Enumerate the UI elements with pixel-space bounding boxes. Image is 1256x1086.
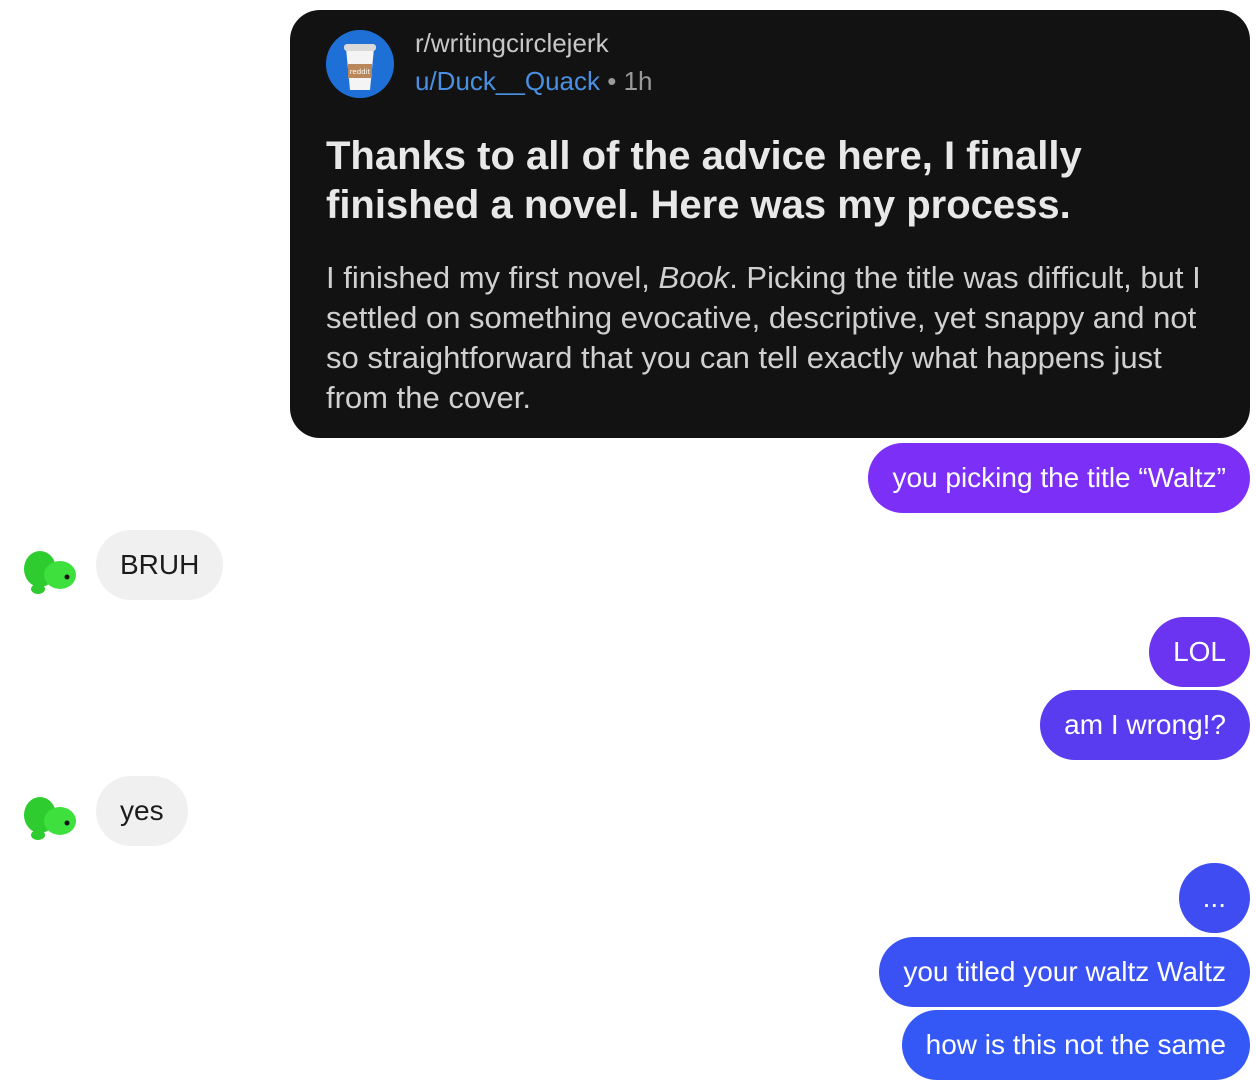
meta-separator: • — [607, 66, 617, 96]
post-age: 1h — [623, 66, 653, 96]
outgoing-message[interactable]: ... — [1178, 863, 1250, 933]
subreddit-name[interactable]: r/writingcirclejerk — [415, 28, 609, 59]
post-author[interactable]: u/Duck__Quack — [415, 66, 600, 96]
outgoing-message[interactable]: you picking the title “Waltz” — [868, 443, 1250, 513]
svg-text:reddit: reddit — [350, 68, 371, 76]
post-body-italic: Book — [658, 260, 730, 295]
turtle-icon — [24, 551, 76, 594]
incoming-message[interactable]: yes — [96, 776, 188, 846]
outgoing-message[interactable]: LOL — [1149, 617, 1250, 687]
outgoing-message[interactable]: how is this not the same — [901, 1010, 1250, 1080]
turtle-icon — [24, 797, 76, 840]
incoming-message[interactable]: BRUH — [96, 530, 224, 600]
post-meta: u/Duck__Quack • 1h — [415, 66, 652, 97]
subreddit-avatar: reddit — [326, 30, 394, 98]
coffee-cup-icon: reddit — [326, 30, 394, 98]
shared-post-card[interactable]: reddit r/writingcirclejerk u/Duck__Quack… — [290, 10, 1250, 438]
post-body: I finished my first novel, Book. Picking… — [326, 258, 1226, 418]
outgoing-message[interactable]: you titled your waltz Waltz — [879, 937, 1250, 1007]
post-title: Thanks to all of the advice here, I fina… — [326, 134, 1082, 227]
outgoing-message[interactable]: am I wrong!? — [1040, 690, 1250, 760]
post-body-text-1: I finished my first novel, — [326, 260, 659, 295]
